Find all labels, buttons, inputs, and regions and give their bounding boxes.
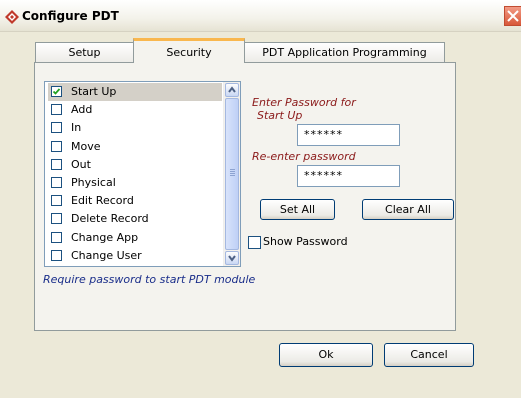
permission-label: Start Up (71, 85, 117, 98)
permission-label: Out (71, 158, 91, 171)
confirm-password-field[interactable]: ****** (297, 165, 400, 187)
window-title: Configure PDT (22, 9, 119, 23)
scroll-thumb[interactable] (225, 98, 239, 250)
permission-checkbox[interactable] (51, 232, 62, 243)
permission-checkbox[interactable] (51, 195, 62, 206)
show-password-label: Show Password (263, 235, 348, 248)
permission-item[interactable]: Start Up (48, 83, 222, 101)
permission-item[interactable]: Out (48, 156, 222, 174)
permission-item[interactable]: Edit Record (48, 192, 222, 210)
permission-list[interactable]: Start Up Add In Move Out Physical Edit Record D… (44, 81, 241, 267)
app-diamond-icon (5, 10, 19, 24)
tab-pdt-application-programming[interactable]: PDT Application Programming (244, 42, 445, 63)
tab-setup-label: Setup (68, 46, 101, 59)
scroll-up-button[interactable] (225, 83, 239, 97)
configure-pdt-window: Configure PDT Setup Security PDT Applica… (0, 0, 521, 398)
permission-checkbox[interactable] (51, 250, 62, 261)
permission-label: Edit Record (71, 194, 134, 207)
permission-item[interactable]: In (48, 119, 222, 137)
permission-item[interactable]: Add (48, 101, 222, 119)
permission-hint-text: Require password to start PDT module (43, 273, 256, 286)
permission-checkbox[interactable] (51, 177, 62, 188)
permission-item[interactable]: Change App (48, 229, 222, 247)
enter-password-label: Enter Password for (252, 96, 356, 109)
scroll-down-button[interactable] (225, 251, 239, 265)
show-password-checkbox[interactable] (248, 236, 261, 249)
permission-checkbox[interactable] (51, 86, 62, 97)
cancel-button[interactable]: Cancel (384, 343, 474, 367)
permission-checkbox[interactable] (51, 159, 62, 170)
permission-label: Move (71, 140, 101, 153)
permission-checkbox[interactable] (51, 104, 62, 115)
set-all-button[interactable]: Set All (260, 199, 335, 220)
tab-security-label: Security (166, 46, 212, 59)
permission-label: Change App (71, 231, 139, 244)
list-scrollbar[interactable] (223, 82, 240, 266)
ok-button[interactable]: Ok (279, 343, 373, 367)
permission-item[interactable]: Move (48, 138, 222, 156)
clear-all-button[interactable]: Clear All (362, 199, 454, 220)
cancel-button-label: Cancel (410, 348, 448, 361)
chevron-down-icon (226, 254, 238, 266)
permission-label: Change User (71, 249, 142, 262)
permission-item[interactable]: Delete Record (48, 210, 222, 228)
permission-label: Add (71, 103, 93, 116)
tab-pdt-application-programming-label: PDT Application Programming (262, 46, 427, 59)
permission-label: Physical (71, 176, 116, 189)
password-field[interactable]: ****** (297, 124, 400, 146)
ok-button-label: Ok (318, 348, 334, 361)
permission-label: In (71, 121, 82, 134)
permission-checkbox[interactable] (51, 141, 62, 152)
permission-checkbox[interactable] (51, 213, 62, 224)
reenter-password-label: Re-enter password (252, 150, 356, 163)
tab-security[interactable]: Security (133, 38, 245, 63)
tab-setup[interactable]: Setup (35, 42, 134, 63)
permission-item[interactable]: Physical (48, 174, 222, 192)
permission-item[interactable]: Change User (48, 247, 222, 265)
title-bar[interactable]: Configure PDT (0, 0, 521, 32)
enter-password-target-label: Start Up (257, 109, 303, 122)
permission-checkbox[interactable] (51, 122, 62, 133)
permission-label: Delete Record (71, 212, 149, 225)
close-button[interactable] (504, 6, 521, 26)
